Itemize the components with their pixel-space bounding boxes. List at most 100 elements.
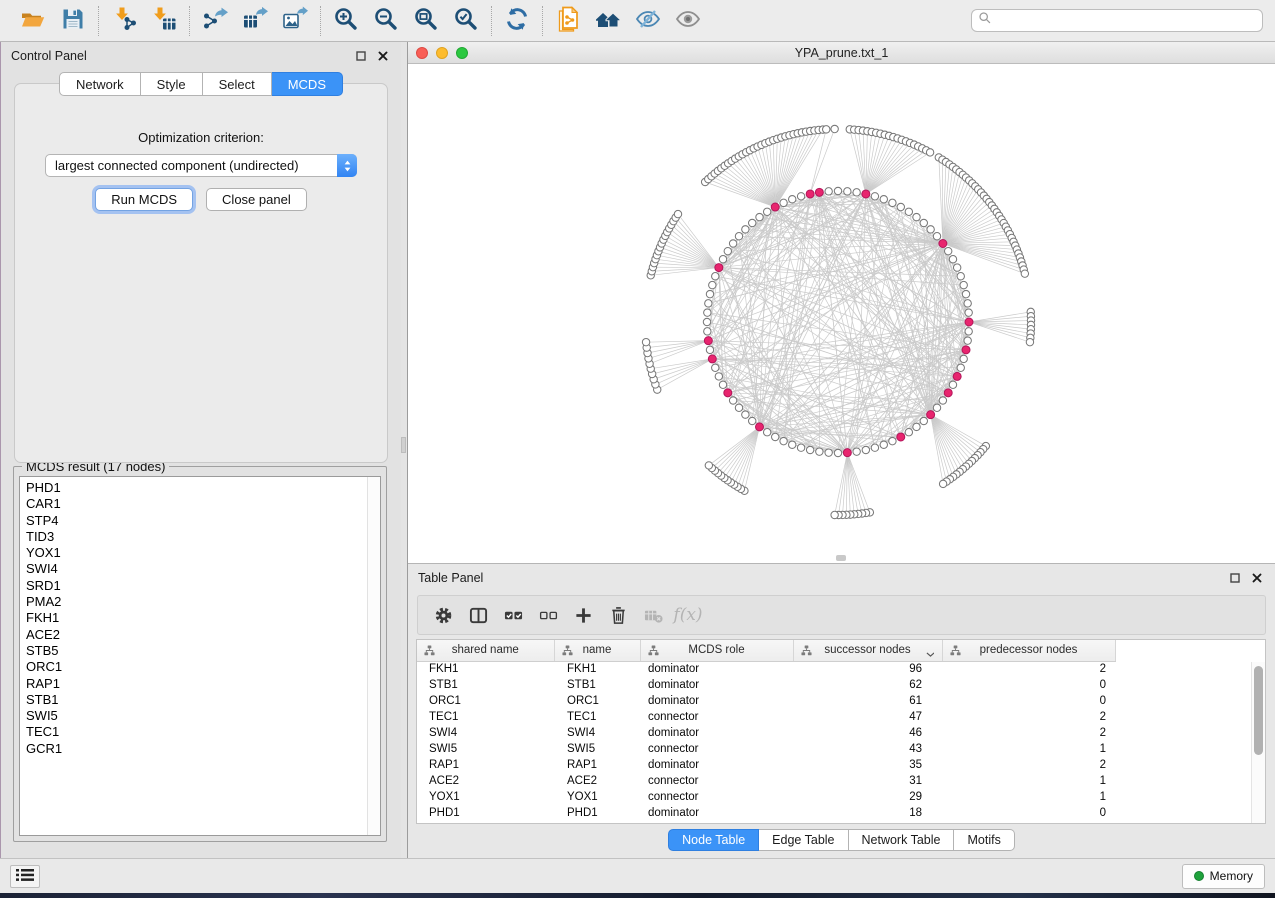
network-node[interactable] [949,381,956,388]
network-node[interactable] [965,309,972,316]
network-node[interactable] [927,226,934,233]
network-node[interactable] [797,193,804,200]
network-node[interactable] [704,309,711,316]
network-hub-node[interactable] [965,318,973,326]
table-row[interactable]: TEC1TEC1connector472 [417,709,1115,725]
network-node[interactable] [806,446,813,453]
network-node[interactable] [780,199,787,206]
network-node[interactable] [756,213,763,220]
network-node[interactable] [871,193,878,200]
network-file-button[interactable] [550,4,586,38]
close-panel-button[interactable]: Close panel [206,188,307,211]
table-vscrollbar[interactable] [1251,662,1265,823]
network-hub-node[interactable] [806,190,814,198]
table-row[interactable]: SWI5SWI5connector431 [417,741,1115,757]
network-node[interactable] [913,423,920,430]
network-node[interactable] [905,429,912,436]
network-node[interactable] [703,318,710,325]
network-node[interactable] [763,429,770,436]
network-node[interactable] [729,397,736,404]
mcds-result-item[interactable]: PHD1 [26,480,380,496]
network-node[interactable] [712,364,719,371]
network-hub-node[interactable] [815,188,823,196]
mcds-result-item[interactable]: CAR1 [26,496,380,512]
table-row[interactable]: STB1STB1dominator620 [417,677,1115,693]
plus-button[interactable] [570,602,596,628]
import-table-button[interactable] [146,4,182,38]
column-header-name[interactable]: name [554,640,640,661]
network-node[interactable] [719,256,726,263]
network-node[interactable] [724,247,731,254]
network-node[interactable] [964,337,971,344]
network-node[interactable] [964,300,971,307]
select-all-button[interactable] [500,602,526,628]
open-session-button[interactable] [15,4,51,38]
export-network-button[interactable] [197,4,233,38]
network-node[interactable] [749,417,756,424]
network-hub-node[interactable] [897,433,905,441]
network-node[interactable] [1021,270,1028,277]
network-node[interactable] [674,210,681,217]
network-node[interactable] [709,281,716,288]
export-table-button[interactable] [237,4,273,38]
network-node[interactable] [772,433,779,440]
network-node[interactable] [742,411,749,418]
network-node[interactable] [816,448,823,455]
search-input[interactable] [992,11,1256,30]
network-node[interactable] [889,437,896,444]
mcds-result-item[interactable]: GCR1 [26,741,380,757]
column-header-predecessor-nodes[interactable]: predecessor nodes [942,640,1115,661]
float-panel-icon[interactable] [353,48,369,64]
network-node[interactable] [742,226,749,233]
network-node[interactable] [831,125,838,132]
network-node[interactable] [780,437,787,444]
show-all-button[interactable] [670,4,706,38]
column-header-shared-name[interactable]: shared name [417,640,554,661]
network-node[interactable] [735,233,742,240]
table-row[interactable]: SWI4SWI4dominator462 [417,725,1115,741]
table-row[interactable]: ORC1ORC1dominator610 [417,693,1115,709]
network-node[interactable] [705,300,712,307]
float-table-panel-icon[interactable] [1227,570,1243,586]
network-node[interactable] [957,364,964,371]
network-node[interactable] [949,256,956,263]
network-hub-node[interactable] [755,423,763,431]
table-row[interactable]: FKH1FKH1dominator962 [417,661,1115,677]
network-node[interactable] [957,273,964,280]
memory-button[interactable]: Memory [1182,864,1265,889]
mcds-result-item[interactable]: ACE2 [26,627,380,643]
search-box[interactable] [971,9,1263,32]
table-row[interactable]: ACE2ACE2connector311 [417,773,1115,789]
tab-mcds[interactable]: MCDS [272,72,343,96]
network-hub-node[interactable] [724,389,732,397]
column-header-successor-nodes[interactable]: successor nodes [793,640,942,661]
mcds-result-item[interactable]: TEC1 [26,724,380,740]
network-node[interactable] [712,273,719,280]
network-hub-node[interactable] [927,411,935,419]
network-node[interactable] [704,328,711,335]
network-node[interactable] [729,240,736,247]
zoom-in-button[interactable] [328,4,364,38]
network-node[interactable] [871,444,878,451]
network-hub-node[interactable] [715,264,723,272]
mcds-result-item[interactable]: SWI4 [26,561,380,577]
network-node[interactable] [945,247,952,254]
table-row[interactable]: RAP1RAP1dominator352 [417,757,1115,773]
mcds-result-item[interactable]: STB5 [26,643,380,659]
network-node[interactable] [706,290,713,297]
task-history-button[interactable] [10,865,40,888]
save-session-button[interactable] [55,4,91,38]
network-node[interactable] [960,355,967,362]
network-node[interactable] [853,448,860,455]
network-node[interactable] [897,203,904,210]
zoom-fit-button[interactable] [408,4,444,38]
network-node[interactable] [926,149,933,156]
close-panel-icon[interactable] [375,48,391,64]
deselect-all-button[interactable] [535,602,561,628]
mcds-result-item[interactable]: SWI5 [26,708,380,724]
mcds-result-item[interactable]: TID3 [26,529,380,545]
close-table-panel-icon[interactable] [1249,570,1265,586]
columns-button[interactable] [465,602,491,628]
trash-button[interactable] [605,602,631,628]
network-hub-node[interactable] [771,203,779,211]
